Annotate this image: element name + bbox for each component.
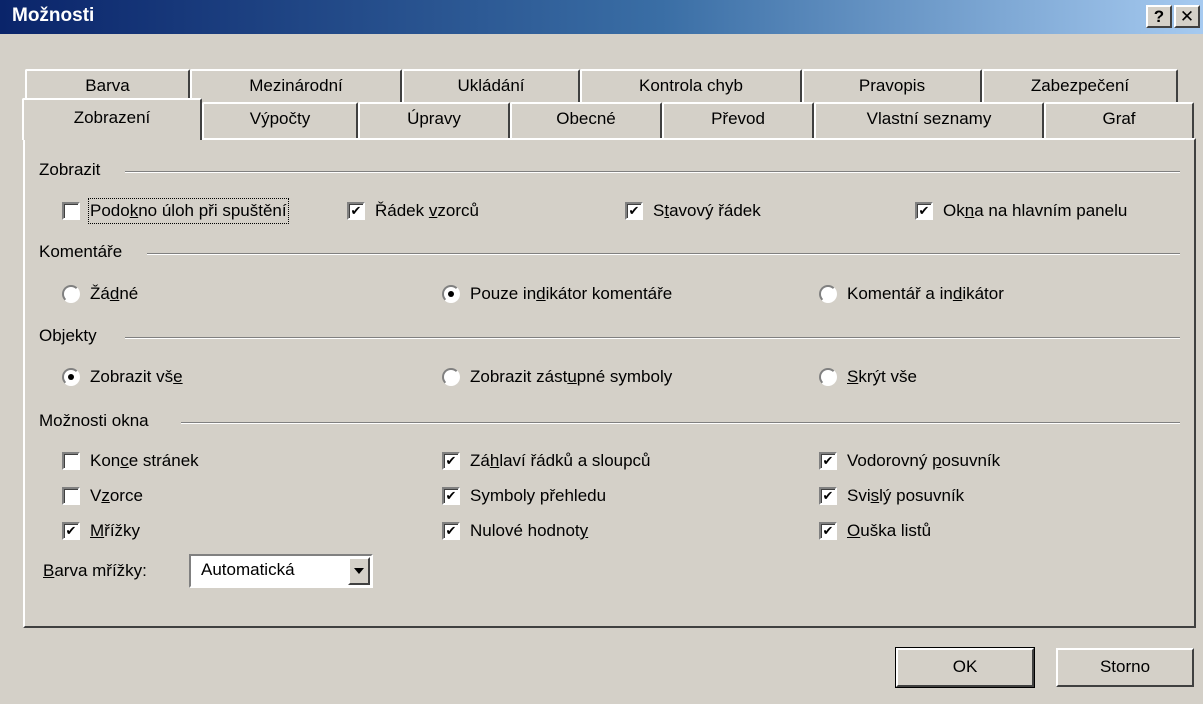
checkmark-icon: ✔	[822, 453, 834, 468]
ok-button[interactable]: OK	[895, 647, 1035, 688]
radio-button[interactable]	[62, 285, 80, 303]
checkbox-box[interactable]: ✔	[819, 452, 837, 470]
checkmark-icon: ✔	[65, 523, 77, 538]
checkbox-box[interactable]: ✔	[347, 202, 365, 220]
group-label-show: Zobrazit	[39, 160, 101, 179]
checkbox-box[interactable]: ✔	[819, 522, 837, 540]
checkmark-icon: ✔	[822, 488, 834, 503]
close-icon: ✕	[1179, 7, 1195, 26]
checkbox-label: Mřížky	[90, 521, 141, 540]
checkbox-label: Okna na hlavním panelu	[943, 201, 1128, 220]
group-label-window-options: Možnosti okna	[39, 411, 149, 430]
tab-prevod[interactable]: Převod	[662, 102, 814, 138]
tab-pravopis[interactable]: Pravopis	[802, 69, 982, 102]
radio-label: Zobrazit vše	[90, 367, 183, 386]
group-divider	[125, 171, 1180, 173]
title-bar[interactable]: Možnosti ? ✕	[0, 0, 1203, 34]
checkbox-box[interactable]: ✔	[442, 522, 460, 540]
checkbox-label: Vzorce	[90, 486, 143, 505]
checkbox-box[interactable]: ✔	[915, 202, 933, 220]
checkbox-label: Svislý posuvník	[847, 486, 965, 505]
grid-color-value: Automatická	[201, 560, 295, 579]
checkbox-box[interactable]	[62, 202, 80, 220]
radio-button[interactable]	[62, 368, 80, 386]
checkmark-icon: ✔	[822, 523, 834, 538]
checkbox-box[interactable]: ✔	[442, 487, 460, 505]
tab-zabezpeceni[interactable]: Zabezpečení	[982, 69, 1178, 102]
radio-label: Pouze indikátor komentáře	[470, 284, 673, 303]
tab-vypocty[interactable]: Výpočty	[202, 102, 358, 138]
checkmark-icon: ✔	[445, 453, 457, 468]
checkmark-icon: ✔	[445, 523, 457, 538]
checkbox-label: Stavový řádek	[653, 201, 761, 220]
tab-zobrazeni[interactable]: Zobrazení	[22, 98, 202, 140]
tab-ukladani[interactable]: Ukládání	[402, 69, 580, 102]
checkbox-label: Symboly přehledu	[470, 486, 607, 505]
tab-obecne[interactable]: Obecné	[510, 102, 662, 138]
checkbox-label: Vodorovný posuvník	[847, 451, 1001, 470]
help-button[interactable]: ?	[1146, 5, 1172, 28]
checkbox-box[interactable]: ✔	[442, 452, 460, 470]
group-divider	[181, 422, 1180, 424]
radio-dot-icon	[448, 291, 454, 297]
group-divider	[147, 253, 1180, 255]
radio-label: Komentář a indikátor	[847, 284, 1004, 303]
tab-graf[interactable]: Graf	[1044, 102, 1194, 138]
dropdown-arrow-icon[interactable]	[348, 557, 370, 585]
tab-mezinarodni[interactable]: Mezinárodní	[190, 69, 402, 102]
checkmark-icon: ✔	[918, 203, 930, 218]
radio-label: Zobrazit zástupné symboly	[470, 367, 673, 386]
checkbox-box[interactable]: ✔	[625, 202, 643, 220]
tab-upravy[interactable]: Úpravy	[358, 102, 510, 138]
radio-label: Skrýt vše	[847, 367, 917, 386]
checkbox-label: Záhlaví řádků a sloupců	[470, 451, 651, 470]
radio-button[interactable]	[819, 368, 837, 386]
checkmark-icon: ✔	[445, 488, 457, 503]
checkbox-box[interactable]: ✔	[62, 522, 80, 540]
checkbox-label: Řádek vzorců	[375, 201, 479, 220]
checkbox-label: Konce stránek	[90, 451, 199, 470]
checkbox-label: Ouška listů	[847, 521, 932, 540]
grid-color-label: Barva mřížky:	[43, 561, 147, 580]
checkbox-box[interactable]: ✔	[819, 487, 837, 505]
group-label-comments: Komentáře	[39, 242, 123, 261]
tab-vlastni-seznamy[interactable]: Vlastní seznamy	[814, 102, 1044, 138]
close-button[interactable]: ✕	[1174, 5, 1200, 28]
radio-button[interactable]	[442, 285, 460, 303]
checkbox-box[interactable]	[62, 452, 80, 470]
radio-label: Žádné	[90, 284, 139, 303]
radio-dot-icon	[68, 374, 74, 380]
radio-button[interactable]	[442, 368, 460, 386]
tab-panel-zobrazeni: Zobrazit Podokno úloh při spuštění ✔ Řád…	[23, 138, 1196, 628]
checkbox-label: Nulové hodnoty	[470, 521, 589, 540]
cancel-button[interactable]: Storno	[1056, 648, 1194, 687]
options-dialog: Možnosti ? ✕ Barva Mezinárodní Ukládání …	[0, 0, 1203, 704]
tab-kontrola-chyb[interactable]: Kontrola chyb	[580, 69, 802, 102]
checkbox-label: Podokno úloh při spuštění	[88, 198, 289, 224]
checkbox-box[interactable]	[62, 487, 80, 505]
window-title: Možnosti	[12, 5, 95, 26]
radio-button[interactable]	[819, 285, 837, 303]
question-mark-icon: ?	[1153, 7, 1165, 26]
grid-color-select[interactable]: Automatická	[189, 554, 373, 588]
checkmark-icon: ✔	[350, 203, 362, 218]
group-label-objects: Objekty	[39, 326, 97, 345]
checkmark-icon: ✔	[628, 203, 640, 218]
group-divider	[125, 337, 1180, 339]
